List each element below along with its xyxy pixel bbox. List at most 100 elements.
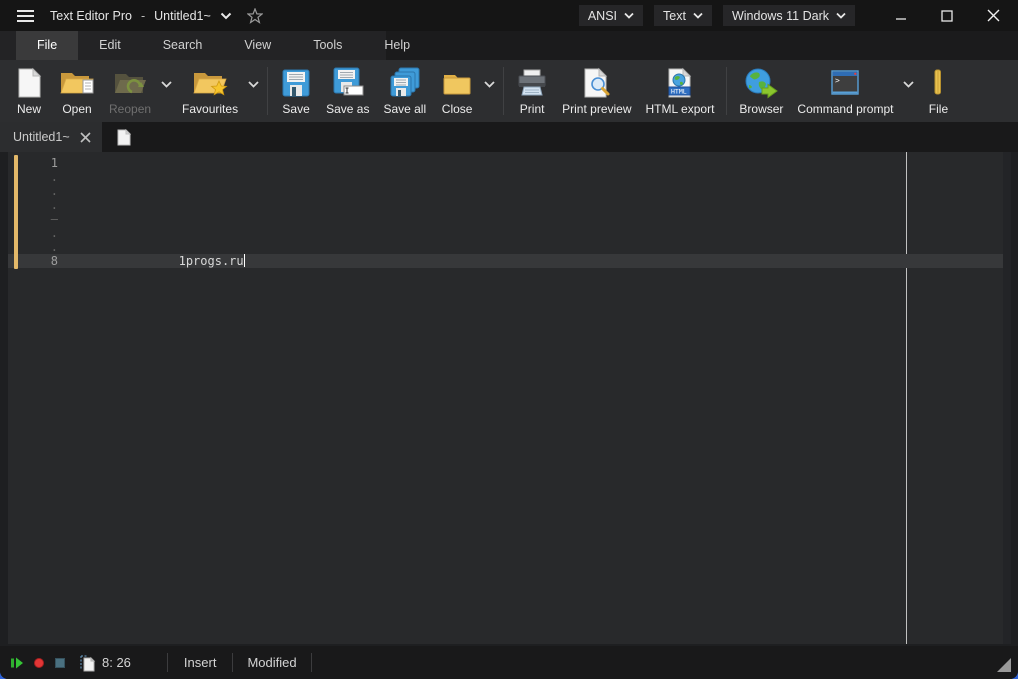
favourites-label: Favourites [182,102,238,116]
command-prompt-icon: > [829,64,861,101]
browser-label: Browser [739,102,783,116]
print-preview-label: Print preview [562,102,631,116]
tabbar: Untitled1~ [0,122,1018,152]
save-all-floppy-icon [389,64,421,101]
menu-tools[interactable]: Tools [292,31,363,60]
editor-row[interactable]: . [8,240,1003,254]
favourites-folder-icon [192,64,228,101]
editor-row[interactable]: . [8,170,1003,184]
save-all-label: Save all [383,102,426,116]
svg-text:HTML: HTML [671,87,687,95]
save-label: Save [282,102,309,116]
close-file-label: Close [442,102,473,116]
save-as-floppy-icon [332,64,364,101]
statusbar-divider [232,653,233,672]
titlebar: Text Editor Pro - Untitled1~ ANSI Text W… [0,0,1018,31]
macro-play-icon[interactable] [10,656,24,670]
app-window: Text Editor Pro - Untitled1~ ANSI Text W… [0,0,1018,679]
close-button[interactable] [976,0,1010,31]
file-manager-label: File [929,102,948,116]
editor-row[interactable]: 1 [8,156,1003,170]
save-button[interactable]: Save [273,60,319,122]
toolbar: New Open [0,60,1018,122]
command-prompt-label: Command prompt [797,102,893,116]
modified-indicator[interactable]: Modified [247,655,296,670]
editor-area[interactable]: 1 . . . – . . [8,152,1011,644]
statusbar: 8: 26 Insert Modified [0,646,1018,679]
tab-untitled1[interactable]: Untitled1~ [0,122,102,152]
open-folder-icon [59,64,95,101]
statusbar-divider [167,653,168,672]
svg-text:>: > [835,76,840,85]
encoding-dropdown[interactable]: ANSI [579,5,643,26]
editor-row[interactable]: . [8,226,1003,240]
theme-dropdown[interactable]: Windows 11 Dark [723,5,855,26]
reopen-dropdown-chevron-icon[interactable] [158,74,175,94]
toolbar-group-file: New Open [6,60,262,122]
reopen-button[interactable]: Reopen [102,60,158,122]
filetype-value: Text [663,9,686,23]
caret-position[interactable]: 8: 26 [102,655,131,670]
toolbar-group-save: Save Sav [273,60,498,122]
favourites-button[interactable]: Favourites [175,60,245,122]
toolbar-group-tools: Browser > Command prompt [732,60,959,122]
menu-help[interactable]: Help [363,31,431,60]
hamburger-menu-icon[interactable] [8,0,42,31]
title-separator: - [141,9,145,23]
modified-lines-bar [14,155,18,269]
html-export-icon: HTML [665,64,695,101]
insert-mode-indicator[interactable]: Insert [184,655,217,670]
menu-file[interactable]: File [16,31,78,60]
chevron-down-icon [693,12,703,19]
encoding-value: ANSI [588,9,617,23]
line-text: 1progs.ru [58,254,245,268]
browser-globe-icon [744,64,778,101]
minimize-button[interactable] [884,0,918,31]
editor-current-row[interactable]: 8 1progs.ru [8,254,1003,268]
file-manager-button[interactable]: File [917,60,959,122]
close-folder-icon [440,64,474,101]
editor-row[interactable]: . [8,198,1003,212]
theme-value: Windows 11 Dark [732,9,829,23]
print-preview-button[interactable]: Print preview [555,60,638,122]
app-name: Text Editor Pro [50,9,132,23]
command-prompt-button[interactable]: > Command prompt [790,60,900,122]
editor-scroll-track[interactable] [1003,152,1011,644]
favourites-dropdown-chevron-icon[interactable] [245,74,262,94]
close-file-button[interactable]: Close [433,60,481,122]
menu-search[interactable]: Search [142,31,224,60]
maximize-button[interactable] [930,0,964,31]
editor-row[interactable]: – [8,212,1003,226]
file-partial-icon [928,64,948,101]
resize-grip[interactable] [997,658,1011,672]
save-as-button[interactable]: Save as [319,60,376,122]
document-name: Untitled1~ [154,9,211,23]
filetype-dropdown[interactable]: Text [654,5,712,26]
window-title: Text Editor Pro - Untitled1~ [50,8,263,24]
menu-view[interactable]: View [223,31,292,60]
html-export-button[interactable]: HTML HTML export [639,60,722,122]
open-button[interactable]: Open [52,60,102,122]
browser-button[interactable]: Browser [732,60,790,122]
print-label: Print [520,102,545,116]
menu-edit[interactable]: Edit [78,31,142,60]
tab-close-icon[interactable] [80,132,91,143]
close-dropdown-chevron-icon[interactable] [481,74,498,94]
html-export-label: HTML export [646,102,715,116]
save-as-label: Save as [326,102,369,116]
new-document-icon [15,64,43,101]
macro-record-icon[interactable] [33,657,45,669]
new-tab-document-icon[interactable] [117,129,131,146]
command-prompt-dropdown-chevron-icon[interactable] [900,74,917,94]
printer-icon [516,64,548,101]
editor-row[interactable]: . [8,184,1003,198]
save-all-button[interactable]: Save all [376,60,433,122]
toolbar-separator [503,67,504,115]
new-button[interactable]: New [6,60,52,122]
reopen-label: Reopen [109,102,151,116]
favourite-star-icon[interactable] [247,8,263,24]
document-chevron-down-icon[interactable] [220,12,232,20]
print-button[interactable]: Print [509,60,555,122]
macro-stop-icon[interactable] [54,657,66,669]
save-floppy-icon [281,64,311,101]
